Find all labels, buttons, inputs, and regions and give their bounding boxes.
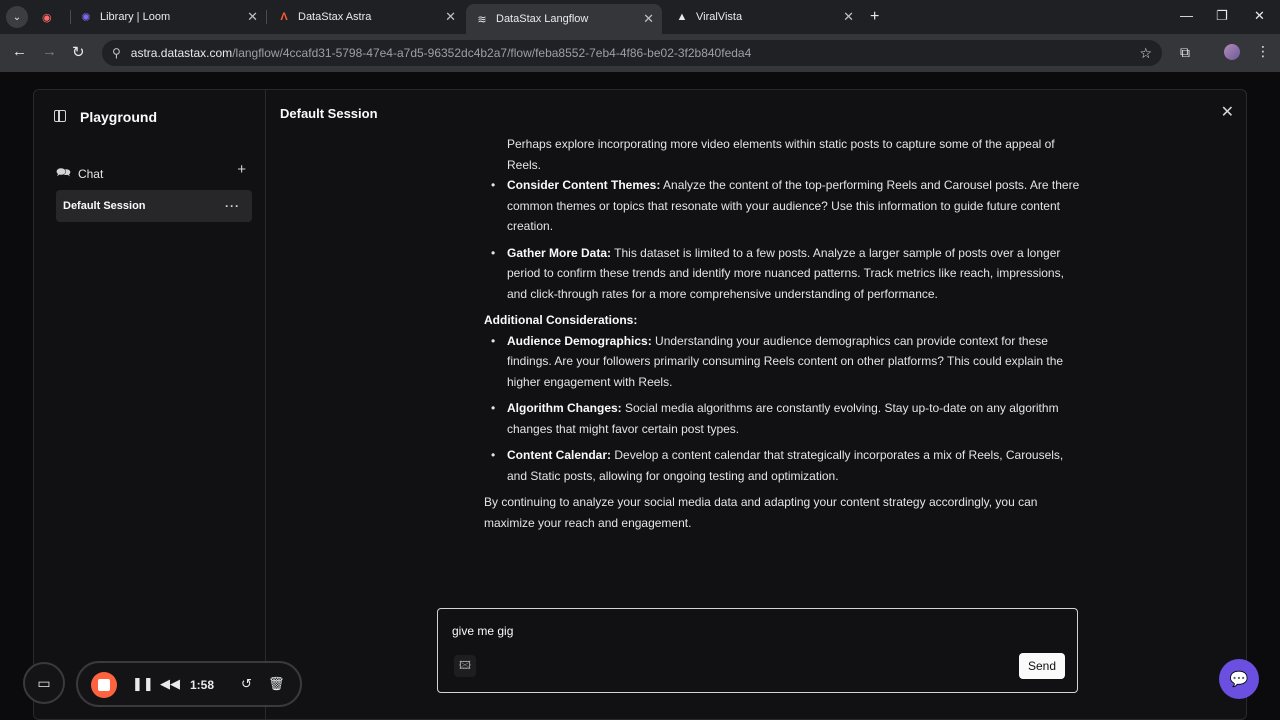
tab-label: DataStax Langflow [496,13,589,25]
list-item: Content Calendar: Develop a content cale… [484,445,1084,486]
record-icon: ◉ [42,11,52,24]
plus-icon: + [870,8,880,25]
arrow-left-icon: ← [12,43,27,60]
restart-icon: ↺ [241,676,252,691]
new-chat-button[interactable]: + [237,161,246,178]
loom-pause-button[interactable]: ❚❚ [132,676,154,692]
close-icon: ✕ [1220,104,1234,121]
chat-input-box: 🖾 Send [437,608,1078,693]
site-info-icon[interactable]: ⚲ [112,46,121,60]
list-item: Audience Demographics: Understanding you… [484,331,1084,393]
modal-close-button[interactable]: ✕ [1221,102,1234,122]
tab-search-button[interactable]: ⌄ [6,6,28,28]
section-heading: Additional Considerations: [484,313,638,327]
extensions-icon[interactable]: ⧉ [1180,44,1190,61]
sidebar-toggle-icon[interactable] [54,110,66,122]
tab-datastax-astra[interactable]: Λ DataStax Astra ✕ [268,4,464,30]
arrow-right-icon: → [42,43,57,60]
chat-label: Chat [77,166,104,181]
chat-bubbles-icon: 🗪 [56,165,71,179]
more-options-icon[interactable]: ··· [225,199,240,213]
list-item-title: Consider Content Themes: [507,178,661,192]
list-item-title: Content Calendar: [507,448,612,462]
pause-icon: ❚❚ [132,676,154,691]
tab-divider [266,10,267,24]
restore-button[interactable]: ❐ [1216,8,1228,24]
chat-bubble-icon: 💬 [1229,671,1249,688]
tab-loom-recording[interactable]: ◉ [32,4,68,30]
bot-message: Perhaps explore incorporating more video… [484,134,1084,533]
restore-icon: ❐ [1216,8,1228,23]
minimize-button[interactable]: — [1180,8,1193,23]
considerations-list: Audience Demographics: Understanding you… [484,331,1084,487]
chat-section-header: 🗪 Chat + [56,161,246,184]
address-bar[interactable]: ⚲ astra.datastax.com/langflow/4ccafd31-5… [102,40,1162,66]
close-icon[interactable]: ✕ [843,9,854,25]
chat-main: Default Session ✕ Perhaps explore incorp… [266,90,1246,719]
window-close-button[interactable]: ✕ [1254,8,1265,24]
loom-rewind-button[interactable]: ◀◀ [160,676,180,692]
loom-restart-button[interactable]: ↺ [241,676,252,692]
image-icon: 🖾 [459,659,471,672]
close-icon[interactable]: ✕ [247,9,258,25]
chat-input[interactable] [452,624,952,638]
loom-camera-button[interactable]: ▭ [23,662,65,704]
sidebar-item-default-session[interactable]: Default Session ··· [56,190,252,222]
langflow-icon: ≋ [477,13,487,26]
chevron-down-icon: ⌄ [12,11,22,23]
tab-label: Library | Loom [100,11,171,23]
loom-timer: 1:58 [190,678,215,692]
forward-button[interactable]: → [42,43,57,60]
list-item-title: Algorithm Changes: [507,401,622,415]
list-item: Algorithm Changes: Social media algorith… [484,398,1084,439]
camera-icon: ▭ [37,674,51,691]
tab-datastax-langflow[interactable]: ≋ DataStax Langflow ✕ [466,4,662,34]
tab-label: DataStax Astra [298,11,372,23]
recommendation-list: Consider Content Themes: Analyze the con… [484,175,1084,304]
session-label: Default Session [63,200,146,212]
tab-strip: ⌄ ◉ ✺ Library | Loom ✕ Λ DataStax Astra … [0,0,1280,34]
tab-library-loom[interactable]: ✺ Library | Loom ✕ [70,4,266,30]
loom-stop-button[interactable] [91,672,117,698]
message-closing: By continuing to analyze your social med… [484,495,1038,530]
list-item: Consider Content Themes: Analyze the con… [484,175,1084,237]
loom-control-bar: ❚❚ ◀◀ 1:58 ↺ 🗑 [76,661,302,707]
loom-icon: ✺ [81,11,91,24]
new-tab-button[interactable]: + [870,8,879,26]
tab-viralvista[interactable]: ▲ ViralVista ✕ [666,4,862,30]
profile-avatar[interactable] [1224,44,1240,60]
trash-icon: 🗑 [268,676,285,691]
url-path: /langflow/4ccafd31-5798-47e4-a7d5-96352d… [232,46,752,60]
rewind-icon: ◀◀ [160,676,180,691]
reload-icon: ↻ [72,44,85,61]
close-icon[interactable]: ✕ [643,11,654,27]
minimize-icon: — [1180,8,1193,23]
playground-modal: Playground 🗪 Chat + Default Session ··· … [33,89,1247,720]
loom-delete-button[interactable]: 🗑 [268,676,285,692]
attach-image-button[interactable]: 🖾 [454,655,476,677]
list-item-title: Gather More Data: [507,245,612,260]
tab-label: ViralVista [696,11,743,23]
playground-title: Playground [80,109,158,125]
message-paragraph: Perhaps explore incorporating more video… [507,137,1055,172]
bookmark-star-icon[interactable]: ☆ [1139,45,1152,62]
session-title: Default Session [280,106,378,121]
url-host: astra.datastax.com [130,46,233,60]
support-chat-button[interactable]: 💬 [1219,659,1259,699]
back-button[interactable]: ← [12,43,27,60]
send-button[interactable]: Send [1019,653,1065,679]
list-item-title: Audience Demographics: [507,333,652,348]
playground-sidebar: Playground 🗪 Chat + Default Session ··· [34,90,266,719]
reload-button[interactable]: ↻ [72,43,85,61]
list-item: Gather More Data: This dataset is limite… [484,243,1084,305]
browser-menu-icon[interactable]: ⋮ [1256,43,1270,60]
close-icon: ✕ [1254,8,1265,23]
triangle-icon: ▲ [676,11,688,23]
close-icon[interactable]: ✕ [445,9,456,25]
astra-icon: Λ [280,11,288,23]
